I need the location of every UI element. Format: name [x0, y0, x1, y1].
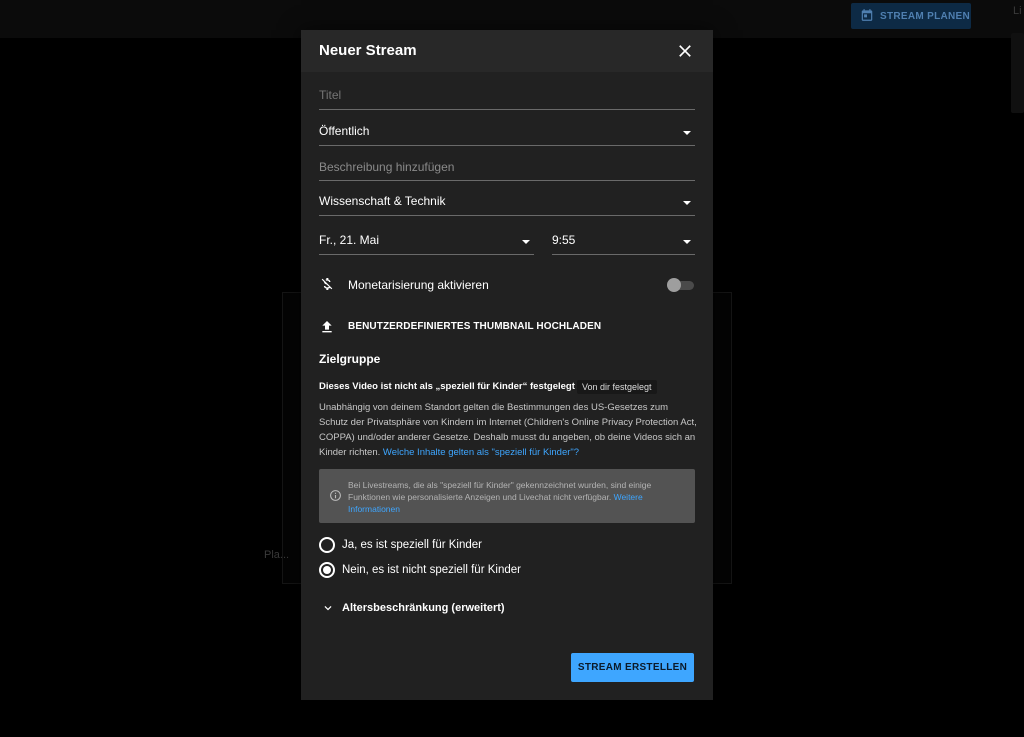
category-select[interactable]: Wissenschaft & Technik — [319, 190, 695, 216]
kids-status-text: Dieses Video ist nicht als „speziell für… — [319, 381, 575, 392]
calendar-icon — [860, 8, 874, 25]
create-stream-button[interactable]: STREAM ERSTELLEN — [571, 653, 694, 682]
time-select[interactable]: 9:55 — [552, 229, 695, 255]
dropdown-arrow-icon — [683, 240, 691, 244]
time-value: 9:55 — [552, 233, 576, 247]
dropdown-arrow-icon — [683, 201, 691, 205]
new-stream-dialog: Neuer Stream Öffentlich Beschreibung hin… — [301, 30, 713, 700]
schedule-stream-label: STREAM PLANEN — [880, 10, 971, 22]
dropdown-arrow-icon — [522, 240, 530, 244]
visibility-select[interactable]: Öffentlich — [319, 120, 695, 146]
description-field[interactable]: Beschreibung hinzufügen — [319, 155, 695, 181]
info-message: Bei Livestreams, die als "speziell für K… — [348, 480, 652, 502]
toggle-knob — [667, 278, 681, 292]
made-for-kids-help-link[interactable]: Welche Inhalte gelten als "speziell für … — [383, 447, 579, 458]
radio-made-for-kids-yes[interactable]: Ja, es ist speziell für Kinder — [319, 537, 482, 553]
close-button[interactable] — [675, 41, 695, 61]
dialog-title: Neuer Stream — [319, 42, 417, 59]
monetization-off-icon — [319, 276, 335, 292]
description-placeholder: Beschreibung hinzufügen — [319, 160, 455, 174]
info-text: Bei Livestreams, die als "speziell für K… — [348, 479, 688, 515]
background-right-panel — [1011, 33, 1024, 113]
date-value: Fr., 21. Mai — [319, 233, 380, 247]
audience-title: Zielgruppe — [319, 352, 381, 366]
title-input[interactable] — [319, 88, 695, 102]
schedule-stream-button[interactable]: STREAM PLANEN — [851, 3, 971, 29]
date-select[interactable]: Fr., 21. Mai — [319, 229, 534, 255]
upload-thumbnail-button[interactable]: BENUTZERDEFINIERTES THUMBNAIL HOCHLADEN — [348, 321, 601, 332]
monetization-label: Monetarisierung aktivieren — [348, 278, 489, 292]
dropdown-arrow-icon — [683, 131, 691, 135]
radio-label-yes: Ja, es ist speziell für Kinder — [342, 539, 482, 551]
title-field[interactable] — [319, 84, 695, 110]
audience-description: Unabhängig von deinem Standort gelten di… — [319, 400, 699, 460]
info-box: Bei Livestreams, die als "speziell für K… — [319, 469, 695, 523]
radio-made-for-kids-no[interactable]: Nein, es ist nicht speziell für Kinder — [319, 562, 521, 578]
radio-label-no: Nein, es ist nicht speziell für Kinder — [342, 564, 521, 576]
radio-button-yes[interactable] — [319, 537, 335, 553]
radio-button-no[interactable] — [319, 562, 335, 578]
info-icon — [330, 490, 341, 501]
upload-icon[interactable] — [319, 319, 335, 335]
category-value: Wissenschaft & Technik — [319, 194, 446, 208]
kids-status-badge: Von dir festgelegt — [577, 380, 657, 394]
dialog-header: Neuer Stream — [301, 30, 713, 72]
age-restriction-label: Altersbeschränkung (erweitert) — [342, 602, 505, 614]
monetization-toggle[interactable] — [667, 278, 695, 292]
background-right-label: Li — [1013, 5, 1022, 17]
age-restriction-toggle[interactable]: Altersbeschränkung (erweitert) — [321, 601, 505, 615]
chevron-down-icon — [324, 606, 332, 611]
background-card-label: Pla... — [264, 549, 290, 561]
close-icon — [679, 45, 691, 57]
visibility-value: Öffentlich — [319, 124, 370, 138]
